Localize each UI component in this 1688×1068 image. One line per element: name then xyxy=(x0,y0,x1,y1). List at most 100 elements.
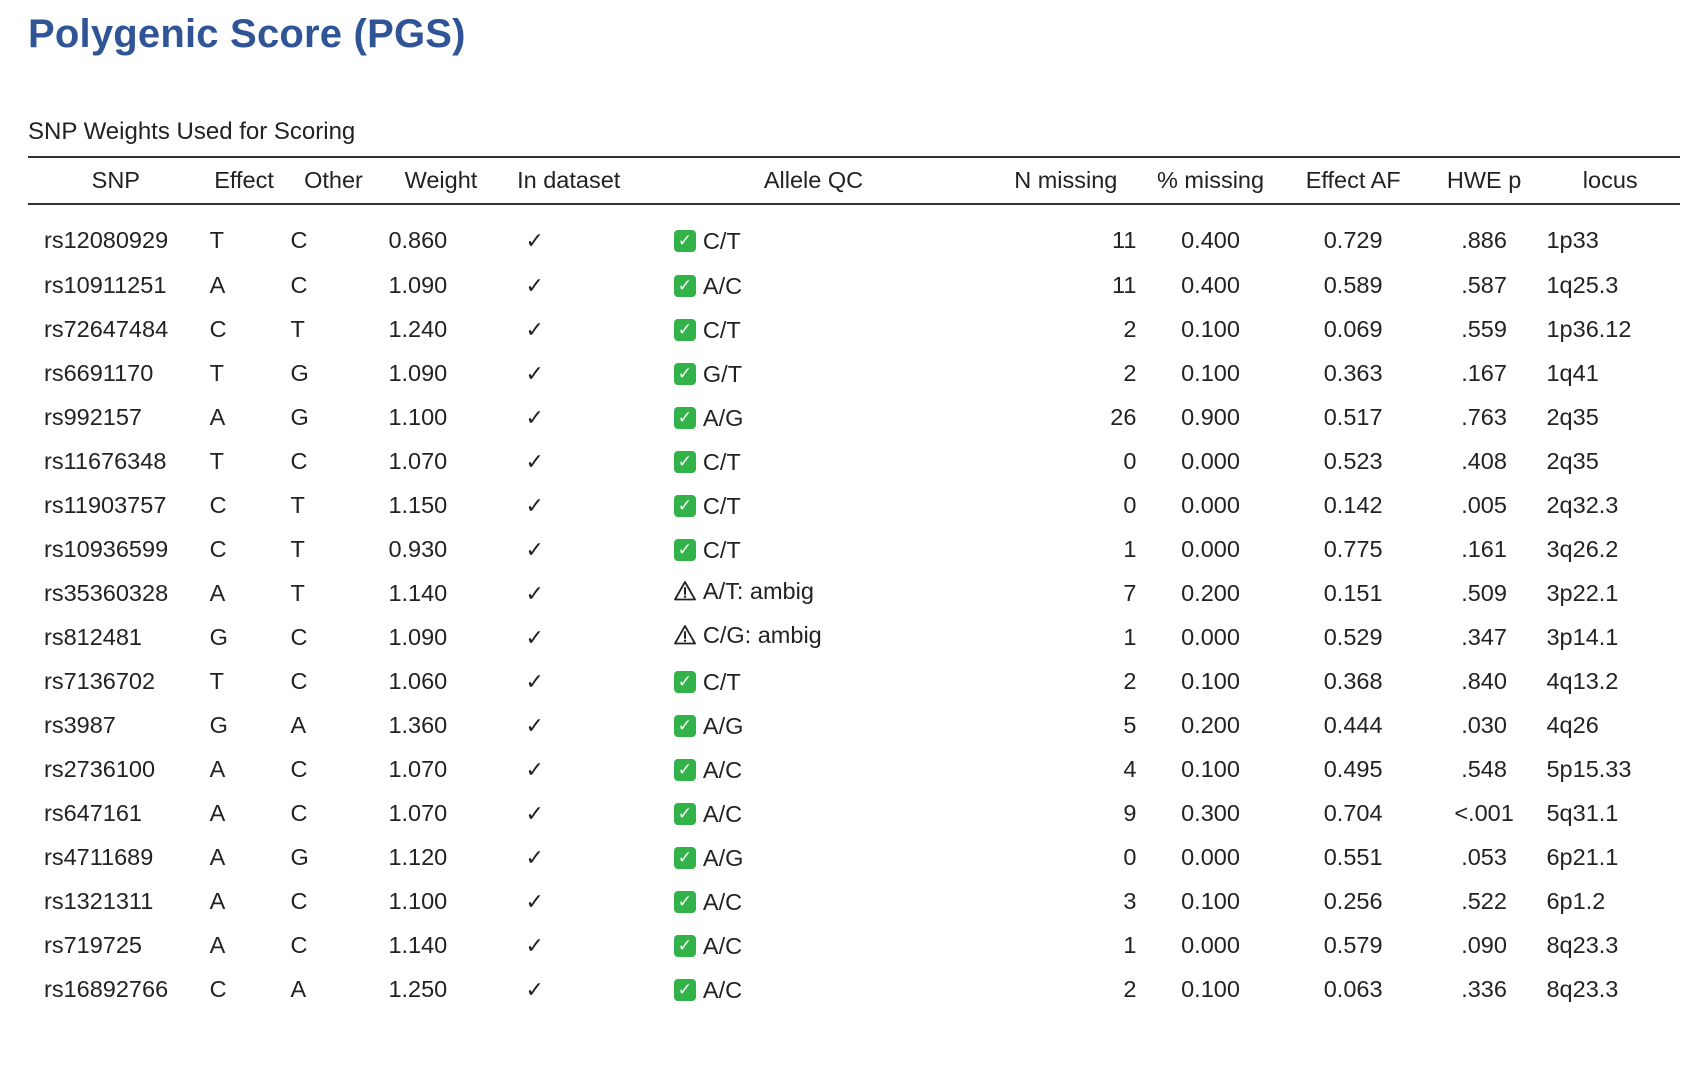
cell-in-dataset: ✓ xyxy=(500,204,638,263)
green-check-icon: ✓ xyxy=(673,891,696,914)
cell-hwe-p: .161 xyxy=(1461,535,1507,562)
allele-qc-text: C/T xyxy=(702,316,741,343)
green-check-icon: ✓ xyxy=(673,671,696,694)
cell-effect-af: 0.729 xyxy=(1323,226,1383,253)
table-row: rs992157 A G 1.100 ✓ ✓ A/G 26 0.900 0.517 .763 2q35 xyxy=(28,395,1680,439)
cell-hwe-p: .548 xyxy=(1461,755,1507,782)
cell-effect-af: 0.529 xyxy=(1323,623,1383,650)
cell-weight: 1.100 xyxy=(388,403,448,430)
cell-effect-af: 0.063 xyxy=(1323,975,1383,1002)
cell-effect-af: 0.444 xyxy=(1323,711,1383,738)
cell-in-dataset: ✓ xyxy=(500,263,638,307)
cell-effect: A xyxy=(209,887,226,914)
cell-locus: 8q23.3 xyxy=(1546,931,1619,958)
cell-n-missing: 1 xyxy=(1123,535,1137,562)
cell-in-dataset: ✓ xyxy=(500,395,638,439)
cell-effect-af: 0.368 xyxy=(1323,667,1383,694)
cell-allele-qc: ✓ A/C xyxy=(638,791,989,835)
cell-other: C xyxy=(290,623,308,650)
table-row: rs647161 A C 1.070 ✓ ✓ A/C 9 0.300 0.704 <.001 5q31… xyxy=(28,791,1680,835)
cell-locus: 1p33 xyxy=(1546,226,1599,253)
cell-other: G xyxy=(290,843,309,870)
cell-effect: A xyxy=(209,403,226,430)
cell-weight: 0.860 xyxy=(388,226,448,253)
cell-in-dataset: ✓ xyxy=(500,439,638,483)
allele-qc-text: A/G xyxy=(702,404,744,431)
allele-qc-text: C/T xyxy=(702,668,741,695)
cell-other: T xyxy=(290,491,305,518)
cell-pct-missing: 0.200 xyxy=(1181,711,1240,738)
cell-locus: 6p1.2 xyxy=(1546,887,1606,914)
table-row: rs72647484 C T 1.240 ✓ ✓ C/T 2 0.100 0.069 .559 1p3… xyxy=(28,307,1680,351)
cell-pct-missing: 0.000 xyxy=(1181,535,1240,562)
cell-effect-af: 0.069 xyxy=(1323,315,1383,342)
cell-snp: rs10936599 xyxy=(44,535,169,562)
cell-hwe-p: .886 xyxy=(1461,226,1507,253)
cell-snp: rs3987 xyxy=(44,711,116,738)
green-check-icon: ✓ xyxy=(673,275,696,298)
cell-allele-qc: ✓ G/T xyxy=(638,351,989,395)
cell-in-dataset: ✓ xyxy=(500,879,638,923)
cell-hwe-p: .030 xyxy=(1461,711,1507,738)
check-mark-icon: ✓ xyxy=(525,581,544,607)
green-check-icon: ✓ xyxy=(673,319,696,342)
cell-other: C xyxy=(290,226,308,253)
cell-allele-qc: ✓ A/C xyxy=(638,923,989,967)
cell-locus: 3p14.1 xyxy=(1546,623,1619,650)
cell-other: C xyxy=(290,271,308,298)
table-row: rs719725 A C 1.140 ✓ ✓ A/C 1 0.000 0.579 .090 8q23.… xyxy=(28,923,1680,967)
cell-n-missing: 2 xyxy=(1123,315,1137,342)
check-mark-icon: ✓ xyxy=(525,801,544,827)
cell-hwe-p: .763 xyxy=(1461,403,1507,430)
allele-qc-text: A/C xyxy=(702,932,743,959)
column-header-weight: Weight xyxy=(382,156,500,205)
cell-pct-missing: 0.000 xyxy=(1181,491,1240,518)
column-header-effect: Effect xyxy=(203,156,285,205)
green-check-icon: ✓ xyxy=(673,230,696,253)
green-check-icon: ✓ xyxy=(673,979,696,1002)
green-check-icon: ✓ xyxy=(673,759,696,782)
green-check-icon: ✓ xyxy=(673,847,696,870)
cell-weight: 1.140 xyxy=(388,931,448,958)
allele-qc-text: C/T xyxy=(702,492,741,519)
table-row: rs11903757 C T 1.150 ✓ ✓ C/T 0 0.000 0.142 .005 2q3… xyxy=(28,483,1680,527)
allele-qc-text: A/C xyxy=(702,756,743,783)
cell-snp: rs7136702 xyxy=(44,667,156,694)
allele-qc-text: A/T: ambig xyxy=(702,577,814,604)
cell-pct-missing: 0.000 xyxy=(1181,623,1240,650)
table-body: rs12080929 T C 0.860 ✓ ✓ C/T 11 0.400 0.729.886 1p… xyxy=(28,204,1680,1011)
cell-allele-qc: ✓ C/T xyxy=(638,204,989,263)
cell-hwe-p: .005 xyxy=(1461,491,1507,518)
cell-weight: 1.140 xyxy=(388,579,448,606)
cell-snp: rs35360328 xyxy=(44,579,169,606)
column-header-snp: SNP xyxy=(28,156,204,205)
cell-n-missing: 0 xyxy=(1123,447,1137,474)
cell-allele-qc: A/T: ambig xyxy=(638,571,989,615)
cell-weight: 1.060 xyxy=(388,667,448,694)
cell-locus: 1q41 xyxy=(1546,359,1599,386)
cell-pct-missing: 0.400 xyxy=(1181,226,1240,253)
table-header-row: SNP Effect Other Weight In dataset Allel… xyxy=(28,156,1680,205)
table-row: rs3987 G A 1.360 ✓ ✓ A/G 5 0.200 0.444 .030 4q26 xyxy=(28,703,1680,747)
cell-snp: rs11903757 xyxy=(44,491,167,518)
cell-pct-missing: 0.400 xyxy=(1181,271,1240,298)
cell-locus: 5p15.33 xyxy=(1546,755,1632,782)
cell-snp: rs647161 xyxy=(44,799,142,826)
cell-allele-qc: ✓ A/G xyxy=(638,835,989,879)
table-row: rs1321311 A C 1.100 ✓ ✓ A/C 3 0.100 0.256 .522 6p1.… xyxy=(28,879,1680,923)
cell-effect-af: 0.256 xyxy=(1323,887,1383,914)
cell-in-dataset: ✓ xyxy=(500,835,638,879)
table-row: rs4711689 A G 1.120 ✓ ✓ A/G 0 0.000 0.551 .053 6p21… xyxy=(28,835,1680,879)
cell-snp: rs812481 xyxy=(44,623,142,650)
cell-weight: 1.070 xyxy=(388,799,448,826)
allele-qc-text: C/T xyxy=(702,227,741,254)
cell-weight: 1.070 xyxy=(388,755,448,782)
cell-effect: G xyxy=(209,623,228,650)
cell-effect-af: 0.579 xyxy=(1323,931,1383,958)
cell-allele-qc: ✓ A/C xyxy=(638,967,989,1011)
green-check-icon: ✓ xyxy=(673,715,696,738)
table-row: rs6691170 T G 1.090 ✓ ✓ G/T 2 0.100 0.363 .167 1q41 xyxy=(28,351,1680,395)
cell-n-missing: 5 xyxy=(1123,711,1137,738)
green-check-icon: ✓ xyxy=(673,407,696,430)
table-row: rs2736100 A C 1.070 ✓ ✓ A/C 4 0.100 0.495 .548 5p15… xyxy=(28,747,1680,791)
